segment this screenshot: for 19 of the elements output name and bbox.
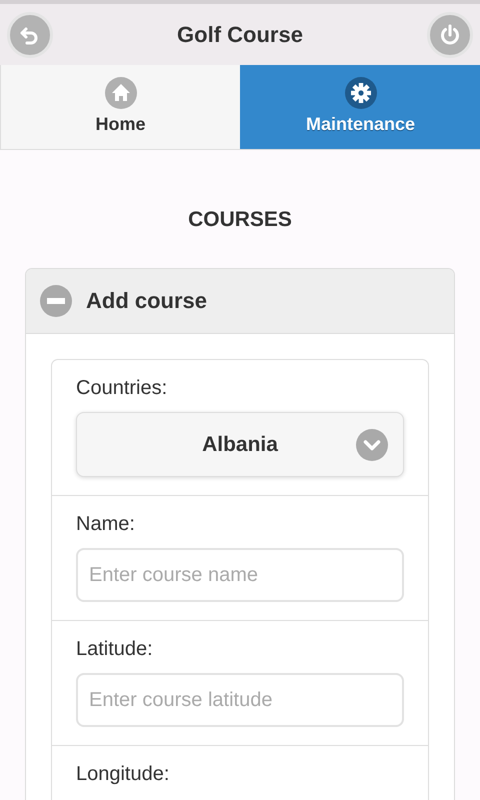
field-label: Longitude: [76, 763, 170, 786]
text-field[interactable]: Enter course latitude [76, 673, 404, 727]
nav-tab[interactable]: Home [0, 65, 240, 149]
power-button[interactable] [427, 12, 473, 58]
country-select[interactable]: Albania [76, 412, 404, 477]
collapsible-header[interactable]: Add course [26, 269, 454, 333]
chevron-down-icon [356, 429, 388, 461]
gear-icon [344, 77, 376, 109]
page-title: Golf Course [177, 22, 303, 48]
field-label: Latitude: [76, 638, 154, 661]
text-field[interactable]: Enter course name [76, 548, 404, 602]
home-icon [104, 77, 136, 109]
field-label: Name: [76, 513, 136, 536]
nav-tab[interactable]: Maintenance [240, 65, 480, 149]
power-icon [439, 24, 461, 46]
minus-icon [40, 285, 72, 317]
back-button[interactable] [7, 12, 53, 58]
section-heading: COURSES [187, 208, 293, 232]
field-label: Countries: [76, 377, 168, 400]
